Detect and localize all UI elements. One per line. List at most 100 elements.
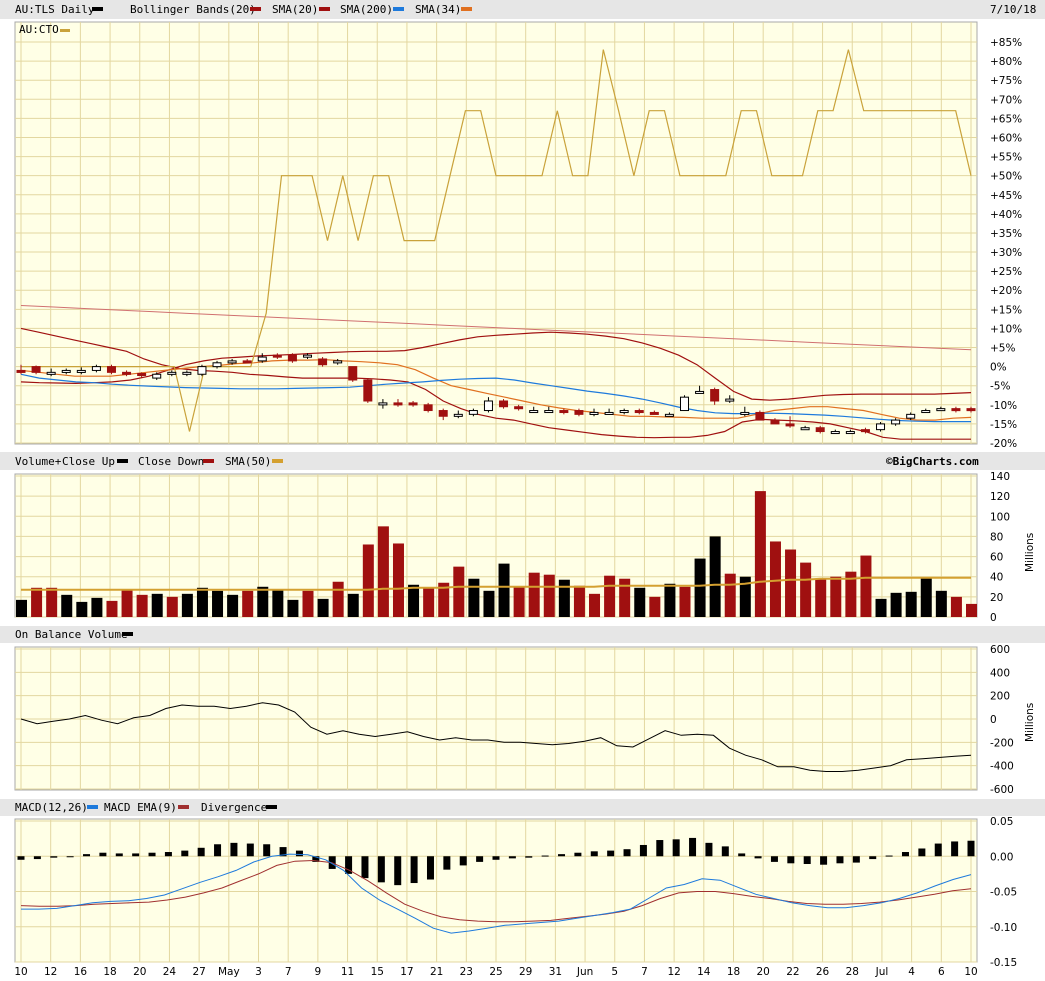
volume-bar	[136, 594, 148, 617]
volume-bar	[694, 558, 706, 617]
volume-bar	[362, 544, 374, 617]
volume-bar	[800, 562, 812, 617]
volume-bar	[558, 579, 570, 617]
volume-bar	[227, 594, 239, 617]
header-date: 7/10/18	[990, 3, 1036, 16]
macd-swatch	[87, 805, 98, 809]
volume-bar	[679, 586, 691, 617]
volume-y-tick-label: 0	[990, 612, 997, 624]
candle-body	[544, 410, 554, 414]
price-y-tick-label: +85%	[990, 37, 1022, 49]
volume-bar	[423, 587, 435, 617]
x-tick-label: 3	[255, 966, 262, 978]
price-y-tick-label: -20%	[990, 438, 1017, 450]
candle-body	[514, 406, 524, 410]
price-y-tick-label: +70%	[990, 94, 1022, 106]
x-tick-label: 7	[285, 966, 292, 978]
divergence-bar	[83, 854, 91, 857]
candle-body	[31, 366, 41, 373]
obv-swatch	[122, 632, 133, 636]
close-up-swatch	[117, 459, 128, 463]
divergence-bar	[230, 842, 238, 857]
volume-y-tick-label: 140	[990, 471, 1010, 483]
volume-bar	[905, 591, 917, 617]
x-tick-label: 18	[727, 966, 740, 978]
volume-y-tick-label: 100	[990, 511, 1010, 523]
x-tick-label: 10	[14, 966, 27, 978]
divergence-bar	[820, 856, 828, 865]
candle-body	[287, 354, 297, 362]
candle-body	[468, 410, 478, 415]
candle-body	[966, 408, 976, 412]
divergence-swatch	[266, 805, 277, 809]
divergence-bar	[901, 852, 909, 857]
volume-bar	[347, 593, 359, 617]
candle-body	[91, 366, 101, 371]
volume-bar	[754, 491, 766, 617]
candle-body	[167, 371, 177, 375]
legend-sma20: SMA(20)	[272, 3, 318, 16]
candle-body	[860, 429, 870, 433]
candle-body	[951, 408, 961, 412]
x-tick-label: 20	[133, 966, 146, 978]
candle-body	[891, 419, 901, 425]
volume-bar	[619, 578, 631, 617]
divergence-bar	[33, 856, 41, 860]
divergence-bar	[214, 844, 222, 857]
candle-body	[333, 360, 343, 364]
price-y-tick-label: +10%	[990, 323, 1022, 335]
volume-bar	[317, 598, 329, 617]
divergence-bar	[66, 856, 74, 858]
volume-y-axis: 140 120 100 80 60 40 20 0	[990, 471, 1010, 624]
candle-body	[800, 427, 810, 431]
volume-bar	[543, 574, 555, 617]
x-tick-label: 15	[371, 966, 384, 978]
candle-body	[348, 366, 358, 381]
divergence-bar	[246, 843, 254, 857]
x-tick-label: 24	[163, 966, 177, 978]
price-y-tick-label: +75%	[990, 75, 1022, 87]
volume-bar	[16, 599, 27, 617]
macd-divergence-label: Divergence	[201, 801, 267, 814]
volume-bar	[830, 576, 842, 617]
candle-body	[393, 402, 403, 406]
price-y-tick-label: 0%	[990, 362, 1007, 374]
volume-bar	[76, 601, 88, 617]
candle-body	[695, 390, 705, 394]
volume-bar	[513, 586, 525, 617]
volume-bar	[815, 578, 827, 617]
volume-y-tick-label: 80	[990, 531, 1003, 543]
price-y-tick-label: +35%	[990, 228, 1022, 240]
candle-body	[589, 411, 599, 415]
volume-bar	[634, 587, 646, 617]
x-tick-label: 12	[667, 966, 680, 978]
x-tick-label: Jul	[875, 966, 889, 978]
macd-y-tick-label: -0.10	[990, 922, 1017, 934]
volume-bar	[604, 575, 616, 617]
divergence-bar	[705, 842, 713, 857]
candle-body	[152, 373, 162, 379]
divergence-bar	[492, 856, 500, 860]
overlay-swatch	[60, 29, 70, 32]
x-tick-label: 21	[430, 966, 443, 978]
candle-body	[845, 431, 855, 435]
volume-bar	[785, 549, 797, 617]
volume-bar	[151, 593, 163, 617]
candle-body	[363, 379, 373, 402]
candle-body	[242, 360, 252, 364]
price-y-tick-label: +60%	[990, 132, 1022, 144]
volume-bar	[468, 578, 480, 617]
x-tick-label: 9	[315, 966, 322, 978]
candle-body	[921, 410, 931, 414]
volume-close-down-label: Close Down	[138, 455, 204, 468]
candle-body	[740, 411, 750, 415]
candle-body	[559, 410, 569, 414]
x-tick-label: 29	[519, 966, 532, 978]
divergence-bar	[770, 856, 778, 862]
legend-sma200: SMA(200)	[340, 3, 393, 16]
x-tick-label: 5	[611, 966, 618, 978]
divergence-bar	[377, 856, 385, 883]
x-tick-label: 25	[489, 966, 502, 978]
divergence-bar	[885, 855, 893, 857]
volume-bar	[332, 581, 344, 617]
